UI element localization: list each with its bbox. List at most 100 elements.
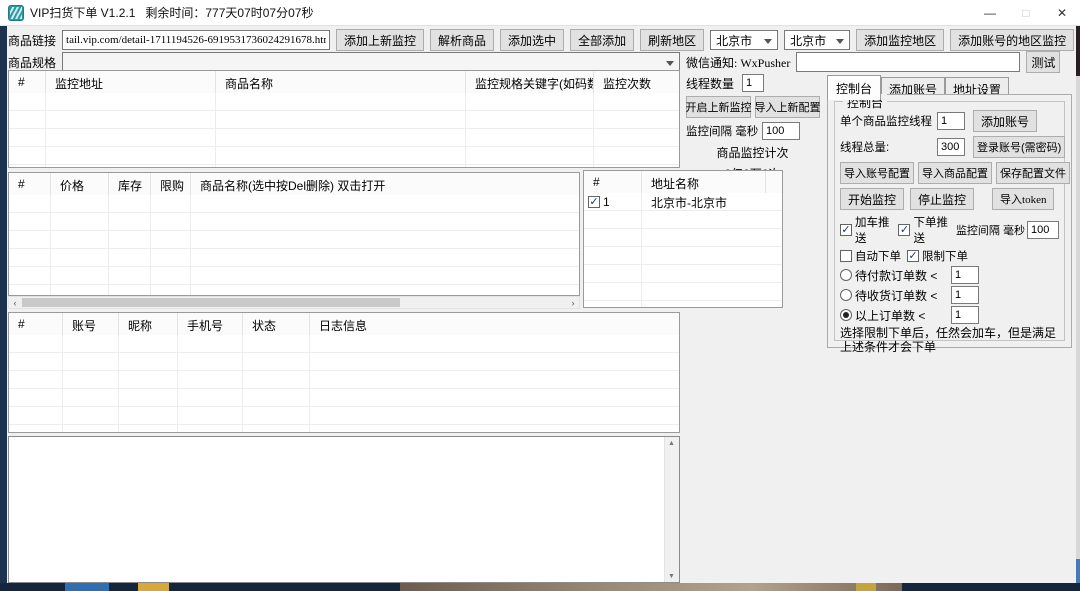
console-groupbox: 控制台 单个商品监控线程 添加账号 线程总量: 登录账号(需密码) 导入账号配置… (834, 101, 1065, 341)
product-link-label: 商品链接 (8, 32, 56, 49)
column-header[interactable]: # (584, 171, 642, 193)
column-header[interactable]: 账号 (63, 313, 119, 335)
add-all-button[interactable]: 全部添加 (570, 29, 634, 51)
column-header[interactable]: # (9, 313, 63, 335)
import-account-config-button[interactable]: 导入账号配置 (840, 162, 914, 184)
region-select-2-value: 北京市 (790, 32, 826, 49)
column-header[interactable]: 手机号 (178, 313, 243, 335)
column-header[interactable]: # (9, 71, 46, 93)
pending-payment-label: 待付款订单数 < (855, 267, 951, 284)
table-gridline (108, 195, 109, 295)
single-thread-input[interactable] (937, 112, 965, 130)
order-push-checkbox[interactable] (898, 224, 910, 236)
auto-order-checkbox[interactable] (840, 250, 852, 262)
monitor-table-body[interactable] (9, 93, 679, 167)
total-threads-input[interactable] (937, 138, 965, 156)
minimize-button[interactable]: — (972, 0, 1008, 25)
hscrollbar-thumb[interactable] (22, 298, 400, 307)
add-account-button[interactable]: 添加账号 (973, 110, 1037, 132)
limit-order-note: 选择限制下单后，任然会加车，但是满足上述条件才会下单 (840, 326, 1059, 354)
pending-receipt-radio[interactable] (840, 289, 852, 301)
column-header[interactable]: 昵称 (119, 313, 178, 335)
save-config-button[interactable]: 保存配置文件 (996, 162, 1070, 184)
address-row-index: 1 (603, 195, 610, 209)
import-new-config-button[interactable]: 导入上新配置 (755, 96, 820, 118)
column-header[interactable]: 价格 (51, 173, 109, 195)
column-header[interactable]: 监控次数 (594, 71, 679, 93)
close-button[interactable]: ✕ (1044, 0, 1080, 25)
product-spec-select[interactable] (62, 52, 680, 72)
import-product-config-button[interactable]: 导入商品配置 (918, 162, 992, 184)
table-gridline (641, 193, 642, 307)
thread-count-input[interactable] (742, 74, 764, 92)
desktop-fragment (1076, 26, 1080, 76)
maximize-button[interactable]: □ (1008, 0, 1044, 25)
wechat-notify-input[interactable] (796, 52, 1020, 72)
table-gridline (190, 195, 191, 295)
pending-payment-input[interactable] (951, 266, 979, 284)
cart-push-checkbox[interactable] (840, 224, 852, 236)
taskbar-fragment (138, 583, 169, 591)
auto-order-label: 自动下单 (855, 248, 901, 264)
panel-interval-input[interactable] (1027, 221, 1059, 239)
tab-console[interactable]: 控制台 (827, 75, 881, 100)
remaining-time: 剩余时间：777天07时07分07秒 (145, 4, 313, 21)
product-table: #价格库存限购商品名称(选中按Del删除) 双击打开 (8, 172, 580, 296)
login-account-button[interactable]: 登录账号(需密码) (973, 136, 1065, 158)
monitor-table-header: #监控地址商品名称监控规格关键字(如码数)监控次数 (9, 71, 679, 94)
column-header[interactable]: 限购 (151, 173, 191, 195)
product-table-header: #价格库存限购商品名称(选中按Del删除) 双击打开 (9, 173, 579, 196)
column-header[interactable]: 监控规格关键字(如码数) (466, 71, 594, 93)
pending-receipt-input[interactable] (951, 286, 979, 304)
region-select-2[interactable]: 北京市 (784, 30, 850, 50)
table-gridline (177, 335, 178, 432)
address-table-row[interactable]: 1 北京市-北京市 (584, 193, 782, 211)
column-header[interactable]: 日志信息 (310, 313, 679, 335)
title-bar: VIP扫货下单 V1.2.1 剩余时间：777天07时07分07秒 — □ ✕ (0, 0, 1080, 26)
table-gridline (150, 195, 151, 295)
thread-count-label: 线程数量 (686, 75, 742, 92)
scroll-right-icon[interactable]: › (567, 297, 579, 308)
add-selected-button[interactable]: 添加选中 (500, 29, 564, 51)
product-link-input[interactable] (62, 30, 330, 50)
import-token-button[interactable]: 导入token (992, 188, 1054, 210)
pending-payment-radio[interactable] (840, 269, 852, 281)
scroll-down-icon[interactable]: ▼ (665, 570, 678, 582)
scroll-left-icon[interactable]: ‹ (9, 297, 21, 308)
start-new-monitor-button[interactable]: 开启上新监控 (686, 96, 751, 118)
stop-monitor-button[interactable]: 停止监控 (910, 188, 974, 210)
start-monitor-button[interactable]: 开始监控 (840, 188, 904, 210)
monitor-interval-input[interactable] (762, 122, 800, 140)
table-gridline (593, 93, 594, 167)
parse-product-button[interactable]: 解析商品 (430, 29, 494, 51)
column-header[interactable]: 状态 (243, 313, 310, 335)
column-header[interactable]: # (9, 173, 51, 195)
window-title: VIP扫货下单 V1.2.1 (30, 4, 135, 21)
product-table-body[interactable] (9, 195, 579, 295)
single-thread-label: 单个商品监控线程 (840, 113, 937, 129)
monitor-count-label: 商品监控计次 (716, 144, 788, 161)
column-header[interactable]: 商品名称 (216, 71, 466, 93)
above-orders-radio[interactable] (840, 309, 852, 321)
region-select-1[interactable]: 北京市 (710, 30, 778, 50)
address-row-checkbox[interactable] (588, 196, 600, 208)
table-gridline (45, 93, 46, 167)
above-orders-input[interactable] (951, 306, 979, 324)
column-header[interactable]: 地址名称 (642, 171, 766, 193)
column-header[interactable]: 商品名称(选中按Del删除) 双击打开 (191, 173, 579, 195)
refresh-region-button[interactable]: 刷新地区 (640, 29, 704, 51)
console-panel: 控制台 单个商品监控线程 添加账号 线程总量: 登录账号(需密码) 导入账号配置… (827, 94, 1072, 348)
product-spec-label: 商品规格 (8, 54, 56, 71)
column-header[interactable]: 库存 (109, 173, 151, 195)
address-table-body[interactable]: 1 北京市-北京市 (584, 193, 782, 307)
limit-order-checkbox[interactable] (907, 250, 919, 262)
add-account-region-monitor-button[interactable]: 添加账号的地区监控 (950, 29, 1074, 51)
test-button[interactable]: 测试 (1026, 51, 1060, 73)
pending-receipt-label: 待收货订单数 < (855, 287, 951, 304)
add-new-monitor-button[interactable]: 添加上新监控 (336, 29, 424, 51)
scroll-up-icon[interactable]: ▲ (665, 437, 678, 449)
column-header[interactable]: 监控地址 (46, 71, 216, 93)
add-monitor-region-button[interactable]: 添加监控地区 (856, 29, 944, 51)
account-table-body[interactable] (9, 335, 679, 432)
log-textarea[interactable]: ▲ ▼ (8, 436, 680, 583)
